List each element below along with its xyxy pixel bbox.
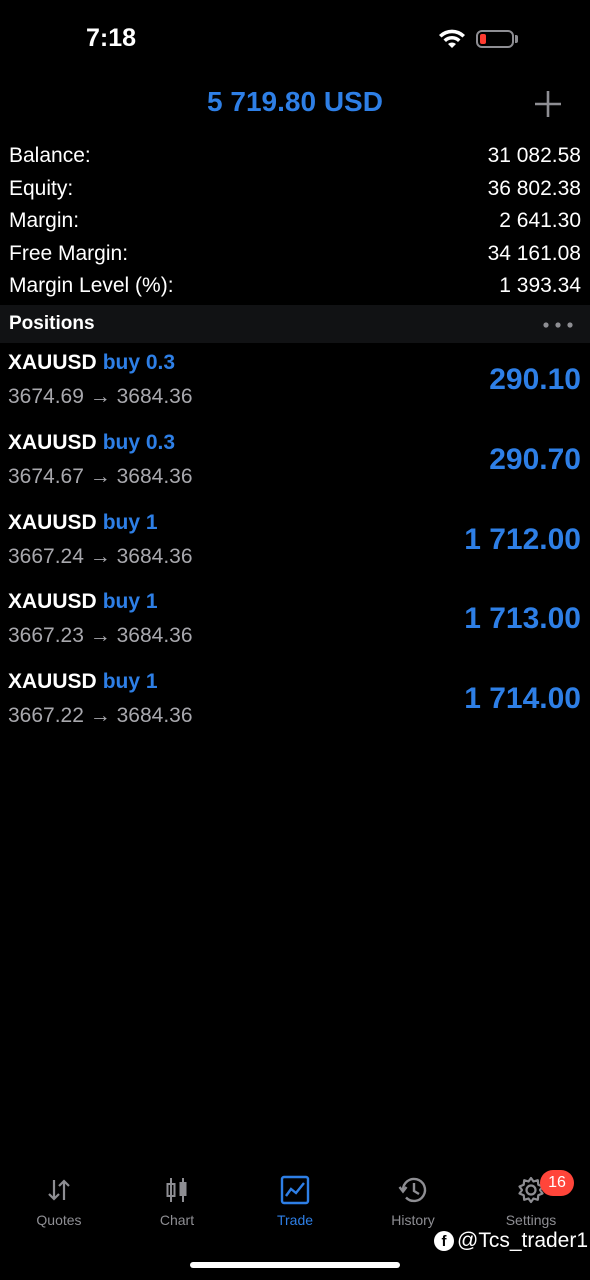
position-direction: buy 1 (102, 670, 158, 694)
battery-level (480, 34, 486, 44)
facebook-icon: f (434, 1231, 454, 1251)
position-profit: 1 713.00 (464, 602, 581, 636)
tab-chart[interactable]: Chart (118, 1174, 236, 1228)
summary-row-balance: Balance: 31 082.58 (0, 140, 590, 173)
trade-line-chart-icon (280, 1175, 310, 1205)
position-title: XAUUSD buy 1 (8, 511, 158, 535)
summary-label: Balance: (9, 144, 91, 167)
position-prices: 3674.67 → 3684.36 (8, 465, 193, 489)
history-clock-icon (398, 1177, 427, 1203)
summary-value: 1 393.34 (499, 274, 581, 297)
arrow-right-icon: → (89, 624, 111, 648)
account-summary: Balance: 31 082.58 Equity: 36 802.38 Mar… (0, 140, 590, 303)
position-symbol: XAUUSD (8, 510, 97, 534)
plus-icon[interactable] (532, 88, 564, 120)
current-price: 3684.36 (116, 544, 193, 568)
position-title: XAUUSD buy 1 (8, 590, 158, 614)
position-prices: 3674.69 → 3684.36 (8, 385, 193, 409)
tab-label: Chart (159, 1212, 195, 1228)
summary-row-margin-level: Margin Level (%): 1 393.34 (0, 270, 590, 303)
current-price: 3684.36 (116, 624, 193, 648)
position-symbol: XAUUSD (8, 590, 97, 614)
position-title: XAUUSD buy 1 (8, 670, 158, 694)
open-price: 3667.23 (8, 624, 84, 648)
position-profit: 290.70 (489, 442, 581, 476)
tab-quotes[interactable]: Quotes (0, 1174, 118, 1228)
open-price: 3667.22 (8, 704, 84, 728)
summary-label: Equity: (9, 176, 74, 200)
tab-trade[interactable]: Trade (236, 1174, 354, 1228)
battery-icon (476, 30, 514, 48)
current-price: 3684.36 (116, 704, 193, 728)
summary-value: 2 641.30 (499, 209, 581, 232)
position-prices: 3667.24 → 3684.36 (8, 545, 193, 569)
position-profit: 1 712.00 (464, 522, 581, 556)
account-profit-title: 5 719.80 USD (207, 86, 383, 117)
summary-value: 31 082.58 (487, 144, 581, 167)
position-direction: buy 0.3 (102, 430, 176, 454)
tab-label: Settings (505, 1212, 557, 1228)
status-bar: 7:18 (0, 0, 590, 80)
quotes-arrows-icon (48, 1179, 70, 1201)
tab-label: History (391, 1212, 435, 1228)
open-price: 3667.24 (8, 544, 84, 568)
position-direction: buy 1 (102, 590, 158, 614)
position-row[interactable]: XAUUSD buy 1 3667.22 → 3684.36 1 714.00 (0, 664, 590, 744)
settings-notification-badge: 16 (540, 1170, 574, 1196)
open-price: 3674.69 (8, 385, 84, 408)
position-symbol: XAUUSD (8, 430, 97, 454)
arrow-right-icon: → (89, 704, 111, 728)
summary-label: Margin: (9, 209, 80, 232)
watermark-text: @Tcs_trader1 (457, 1229, 589, 1252)
position-prices: 3667.22 → 3684.36 (8, 704, 193, 728)
position-title: XAUUSD buy 0.3 (8, 431, 175, 455)
tab-label: Trade (276, 1212, 314, 1228)
arrow-right-icon: → (89, 544, 111, 568)
battery-tip (515, 35, 518, 43)
current-price: 3684.36 (116, 385, 193, 408)
summary-row-margin: Margin: 2 641.30 (0, 205, 590, 238)
arrow-right-icon: → (89, 385, 111, 408)
candlestick-chart-icon (166, 1178, 187, 1202)
positions-section-header: Positions (0, 305, 590, 343)
position-title: XAUUSD buy 0.3 (8, 351, 175, 375)
current-price: 3684.36 (116, 464, 193, 488)
position-symbol: XAUUSD (8, 351, 97, 374)
wifi-icon (439, 29, 465, 48)
summary-label: Free Margin: (9, 241, 129, 265)
positions-title: Positions (9, 313, 95, 334)
position-row[interactable]: XAUUSD buy 0.3 3674.69 → 3684.36 290.10 (0, 345, 590, 425)
positions-list: XAUUSD buy 0.3 3674.69 → 3684.36 290.10 X… (0, 345, 590, 744)
summary-value: 36 802.38 (487, 176, 581, 200)
position-row[interactable]: XAUUSD buy 1 3667.24 → 3684.36 1 712.00 (0, 505, 590, 585)
position-profit: 1 714.00 (464, 682, 581, 716)
position-direction: buy 1 (102, 510, 158, 534)
summary-label: Margin Level (%): (9, 274, 174, 297)
home-indicator[interactable] (190, 1262, 400, 1268)
arrow-right-icon: → (89, 464, 111, 488)
tab-history[interactable]: History (354, 1174, 472, 1228)
position-prices: 3667.23 → 3684.36 (8, 624, 193, 648)
position-symbol: XAUUSD (8, 670, 97, 694)
summary-value: 34 161.08 (487, 241, 581, 265)
watermark: f @Tcs_trader1 (434, 1228, 588, 1254)
tab-label: Quotes (36, 1212, 82, 1228)
summary-row-equity: Equity: 36 802.38 (0, 173, 590, 206)
position-row[interactable]: XAUUSD buy 0.3 3674.67 → 3684.36 290.70 (0, 425, 590, 505)
position-direction: buy 0.3 (102, 351, 176, 374)
position-profit: 290.10 (489, 363, 581, 396)
position-row[interactable]: XAUUSD buy 1 3667.23 → 3684.36 1 713.00 (0, 584, 590, 664)
open-price: 3674.67 (8, 464, 84, 488)
more-horizontal-icon[interactable] (542, 321, 574, 329)
summary-row-free-margin: Free Margin: 34 161.08 (0, 238, 590, 271)
status-time: 7:18 (86, 24, 137, 52)
